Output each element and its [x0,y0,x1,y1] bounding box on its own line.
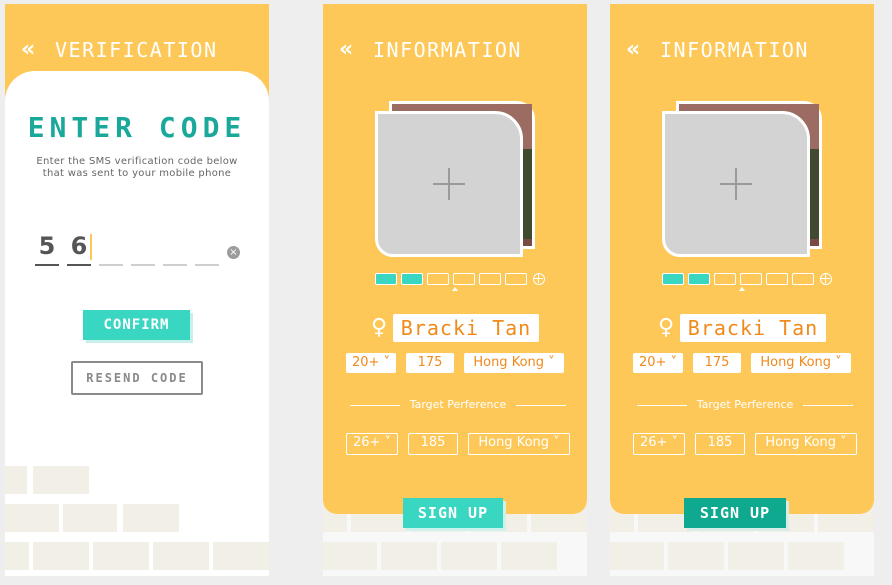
target-row: 26+ ˅ 185 Hong Kong ˅ [346,433,570,455]
confirm-button[interactable]: CONFIRM [83,310,190,340]
height-field[interactable]: 175 [693,353,741,373]
photo-slot[interactable] [792,273,814,285]
plus-icon [433,168,465,200]
target-age-select[interactable]: 26+ ˅ [346,433,398,455]
plus-icon [720,168,752,200]
photo-slot[interactable] [688,273,710,285]
photo-slot[interactable] [766,273,788,285]
height-field[interactable]: 175 [406,353,454,373]
photo-slot[interactable] [401,273,423,285]
photo-slot[interactable] [740,273,762,285]
photo-slot[interactable] [714,273,736,285]
progress-caret-icon [739,287,745,291]
name-field[interactable]: Bracki Tan [393,314,539,342]
information-screen-pressed: « INFORMATION ♀ Bracki Tan 20+ ˅ 175 Hon… [610,4,874,576]
target-location-select[interactable]: Hong Kong ˅ [468,433,570,455]
screen-title: INFORMATION [660,38,809,62]
back-chevron-icon[interactable]: « [626,39,640,61]
code-input[interactable]: 5 6 [35,230,219,266]
profile-row: 20+ ˅ 175 Hong Kong ˅ [346,353,564,373]
target-height-field[interactable]: 185 [408,433,458,455]
code-digit[interactable]: 6 [67,230,92,266]
target-height-field[interactable]: 185 [695,433,745,455]
page-heading: ENTER CODE [27,111,247,144]
female-icon[interactable]: ♀ [658,316,674,340]
photo-progress [375,273,545,285]
instructions-text: Enter the SMS verification code below th… [36,156,238,179]
age-select[interactable]: 20+ ˅ [633,353,683,373]
location-select[interactable]: Hong Kong ˅ [464,353,564,373]
verification-screen: « VERIFICATION ENTER CODE Enter the SMS … [5,4,269,576]
target-age-select[interactable]: 26+ ˅ [633,433,685,455]
back-chevron-icon[interactable]: « [339,39,353,61]
photo-slot[interactable] [505,273,527,285]
progress-caret-icon [452,287,458,291]
code-digit[interactable] [131,230,155,266]
photo-slot[interactable] [479,273,501,285]
code-digit[interactable] [195,230,219,266]
photo-progress [662,273,832,285]
information-screen: « INFORMATION ♀ Bracki Tan 20+ ˅ 175 Hon… [323,4,587,576]
screen-title: INFORMATION [373,38,522,62]
sign-up-button-pressed[interactable]: SIGN UP [684,498,786,528]
text-cursor [90,234,92,260]
photo-slot[interactable] [662,273,684,285]
code-digit[interactable]: 5 [35,230,59,266]
code-digit-value: 5 [38,232,56,260]
add-photo-tile[interactable] [375,111,523,257]
photo-slot[interactable] [427,273,449,285]
age-select[interactable]: 20+ ˅ [346,353,396,373]
screen-title: VERIFICATION [55,38,218,62]
target-divider: Target Perference [637,397,853,413]
profile-row: 20+ ˅ 175 Hong Kong ˅ [633,353,851,373]
clear-icon[interactable]: × [227,246,240,259]
add-photo-icon[interactable] [820,273,832,285]
sign-up-button[interactable]: SIGN UP [403,498,503,528]
back-chevron-icon[interactable]: « [21,39,35,61]
name-field[interactable]: Bracki Tan [680,314,826,342]
photo-slot[interactable] [453,273,475,285]
resend-code-button[interactable]: RESEND CODE [71,361,203,395]
target-row: 26+ ˅ 185 Hong Kong ˅ [633,433,857,455]
target-divider: Target Perference [350,397,566,413]
brick-pattern [5,466,269,576]
location-select[interactable]: Hong Kong ˅ [751,353,851,373]
code-digit-value: 6 [70,232,88,260]
female-icon[interactable]: ♀ [371,316,387,340]
code-digit[interactable] [99,230,123,266]
add-photo-tile[interactable] [662,111,810,257]
code-digit[interactable] [163,230,187,266]
photo-slot[interactable] [375,273,397,285]
target-location-select[interactable]: Hong Kong ˅ [755,433,857,455]
add-photo-icon[interactable] [533,273,545,285]
